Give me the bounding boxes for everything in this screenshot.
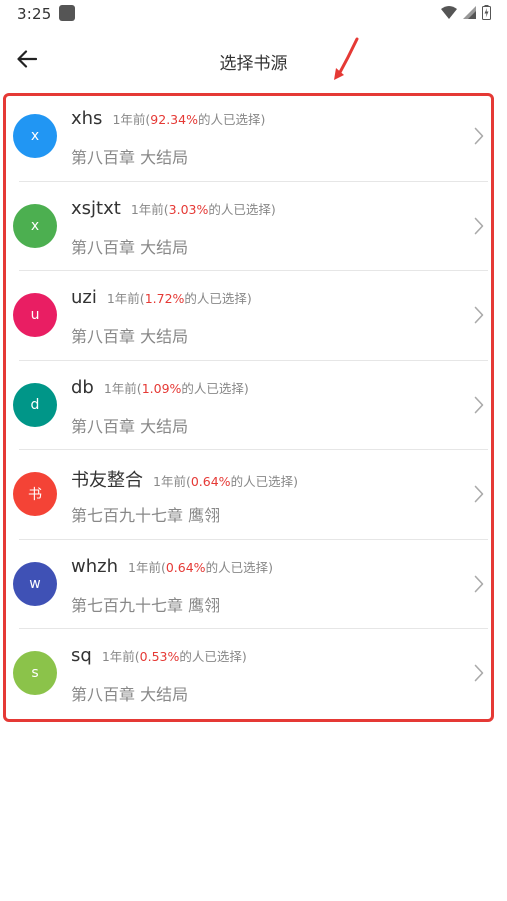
source-avatar: u bbox=[13, 293, 57, 337]
source-name: uzi bbox=[71, 287, 97, 308]
source-header: db 1年前(1.09%的人已选择) bbox=[71, 377, 249, 398]
signal-icon bbox=[463, 6, 476, 19]
source-percent: 0.64% bbox=[190, 474, 231, 489]
source-avatar: x bbox=[13, 114, 57, 158]
source-item[interactable]: x xhs 1年前(92.34%的人已选择) 第八百章 大结局 bbox=[9, 92, 492, 182]
source-meta: 1年前(3.03%的人已选择) bbox=[131, 199, 276, 218]
app-bar: 选择书源 bbox=[0, 30, 507, 90]
source-time: 1年前( bbox=[106, 291, 145, 306]
source-meta-suffix: 的人已选择) bbox=[205, 559, 273, 575]
status-icons bbox=[441, 5, 491, 20]
source-header: uzi 1年前(1.72%的人已选择) bbox=[71, 287, 252, 308]
source-item[interactable]: s sq 1年前(0.53%的人已选择) 第八百章 大结局 bbox=[9, 629, 492, 719]
source-avatar: w bbox=[13, 561, 57, 606]
source-meta: 1年前(1.09%的人已选择) bbox=[104, 378, 249, 397]
source-meta-suffix: 的人已选择) bbox=[197, 112, 266, 127]
source-latest-chapter: 第七百九十七章 鹰翎 bbox=[71, 506, 221, 525]
source-avatar: 书 bbox=[13, 472, 57, 516]
chevron-right-icon bbox=[474, 217, 484, 234]
source-item[interactable]: w whzh 1年前(0.64%的人已选择) 第七百九十七章 鹰翎 bbox=[9, 540, 492, 629]
source-time: 1年前( bbox=[101, 649, 140, 664]
source-name: xsjtxt bbox=[71, 197, 121, 219]
source-time: 1年前( bbox=[153, 474, 191, 489]
source-avatar: s bbox=[13, 651, 57, 695]
source-time: 1年前( bbox=[112, 112, 151, 127]
source-meta: 1年前(1.72%的人已选择) bbox=[107, 288, 252, 307]
source-name: sq bbox=[71, 645, 92, 666]
chevron-right-icon bbox=[474, 664, 484, 682]
source-meta: 1年前(0.64%的人已选择) bbox=[128, 557, 273, 576]
source-item[interactable]: d db 1年前(1.09%的人已选择) 第八百章 大结局 bbox=[9, 361, 492, 450]
source-latest-chapter: 第八百章 大结局 bbox=[71, 148, 189, 167]
chevron-right-icon bbox=[474, 485, 484, 503]
source-meta-suffix: 的人已选择) bbox=[208, 201, 276, 217]
source-meta: 1年前(0.64%的人已选择) bbox=[153, 471, 298, 490]
chevron-right-icon bbox=[474, 306, 484, 324]
battery-icon bbox=[482, 5, 491, 20]
source-percent: 0.53% bbox=[139, 649, 180, 664]
source-header: sq 1年前(0.53%的人已选择) bbox=[71, 645, 247, 666]
source-header: whzh 1年前(0.64%的人已选择) bbox=[71, 556, 273, 577]
source-latest-chapter: 第八百章 大结局 bbox=[71, 416, 189, 436]
source-latest-chapter: 第七百九十七章 鹰翎 bbox=[71, 595, 221, 615]
source-item[interactable]: 书 书友整合 1年前(0.64%的人已选择) 第七百九十七章 鹰翎 bbox=[9, 450, 492, 540]
source-header: 书友整合 1年前(0.64%的人已选择) bbox=[71, 466, 298, 492]
source-meta: 1年前(0.53%的人已选择) bbox=[102, 646, 247, 665]
source-meta-suffix: 的人已选择) bbox=[179, 649, 247, 664]
source-latest-chapter: 第八百章 大结局 bbox=[71, 237, 189, 257]
source-name: 书友整合 bbox=[71, 470, 143, 491]
status-time: 3:25 bbox=[17, 5, 52, 23]
source-percent: 0.64% bbox=[165, 559, 206, 575]
source-header: xsjtxt 1年前(3.03%的人已选择) bbox=[71, 198, 276, 219]
source-name: db bbox=[71, 376, 94, 398]
source-time: 1年前( bbox=[103, 380, 142, 396]
source-percent: 1.72% bbox=[144, 291, 185, 306]
source-percent: 92.34% bbox=[150, 112, 198, 127]
chevron-right-icon bbox=[474, 575, 484, 592]
source-latest-chapter: 第八百章 大结局 bbox=[71, 327, 189, 346]
source-item[interactable]: u uzi 1年前(1.72%的人已选择) 第八百章 大结局 bbox=[9, 271, 492, 361]
app-notification-icon bbox=[59, 5, 75, 21]
source-list: x xhs 1年前(92.34%的人已选择) 第八百章 大结局 x xsjtxt… bbox=[9, 92, 492, 719]
source-avatar: x bbox=[13, 203, 57, 248]
source-avatar: d bbox=[13, 382, 57, 427]
source-meta: 1年前(92.34%的人已选择) bbox=[112, 109, 265, 128]
source-percent: 1.09% bbox=[141, 380, 182, 396]
source-time: 1年前( bbox=[130, 201, 169, 217]
source-header: xhs 1年前(92.34%的人已选择) bbox=[71, 108, 265, 129]
source-name: xhs bbox=[71, 108, 103, 129]
source-latest-chapter: 第八百章 大结局 bbox=[71, 685, 189, 704]
source-name: whzh bbox=[71, 555, 118, 577]
status-bar: 3:25 bbox=[0, 0, 507, 30]
source-meta-suffix: 的人已选择) bbox=[230, 474, 298, 489]
source-meta-suffix: 的人已选择) bbox=[184, 291, 252, 306]
source-meta-suffix: 的人已选择) bbox=[181, 380, 249, 396]
source-item[interactable]: x xsjtxt 1年前(3.03%的人已选择) 第八百章 大结局 bbox=[9, 182, 492, 271]
page-title: 选择书源 bbox=[219, 54, 288, 74]
chevron-right-icon bbox=[474, 127, 484, 145]
source-time: 1年前( bbox=[128, 559, 166, 575]
chevron-right-icon bbox=[474, 396, 484, 413]
source-percent: 3.03% bbox=[168, 201, 209, 217]
wifi-icon bbox=[441, 6, 457, 19]
